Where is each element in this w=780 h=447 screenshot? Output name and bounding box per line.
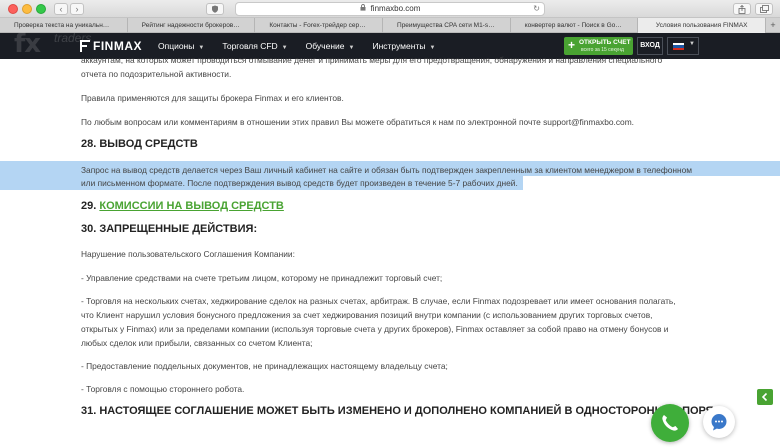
heading-29: 29. КОМИССИИ НА ВЫВОД СРЕДСТВ xyxy=(81,200,284,212)
browser-toolbar: ‹ › finmaxbo.com ↻ xyxy=(0,0,780,18)
heading-31: 31. НАСТОЯЩЕЕ СОГЛАШЕНИЕ МОЖЕТ БЫТЬ ИЗМЕ… xyxy=(81,405,714,417)
list-item-hedging-1: - Торговля на нескольких счетах, хеджиро… xyxy=(81,296,676,306)
chevron-down-icon: ▼ xyxy=(429,45,436,51)
lock-icon xyxy=(360,4,368,13)
browser-tab[interactable]: Контакты - Forex-трейдер сервис xyxy=(255,18,384,33)
phone-icon xyxy=(662,415,678,431)
paragraph-withdrawal-1: Запрос на вывод средств делается через В… xyxy=(81,165,693,175)
close-window-button[interactable] xyxy=(8,4,18,14)
side-panel-toggle[interactable] xyxy=(757,389,773,405)
address-bar[interactable]: finmaxbo.com ↻ xyxy=(235,2,545,16)
forward-button[interactable]: › xyxy=(70,3,84,15)
finmax-logo[interactable]: FINMAX xyxy=(80,39,142,53)
menu-item-cfd[interactable]: Торговля CFD ▼ xyxy=(222,41,287,51)
menu-item-options[interactable]: Опционы ▼ xyxy=(158,41,204,51)
plus-icon: + xyxy=(568,38,576,52)
list-item-hedging-2: что Клиент нарушил условия бонусного пре… xyxy=(81,310,653,320)
browser-tab[interactable]: Рейтинг надежности брокеров би... xyxy=(128,18,256,33)
list-item-third-party: - Управление средствами на счете третьим… xyxy=(81,273,443,283)
paragraph-aml-2: отчета по подозрительной активности. xyxy=(81,69,232,79)
share-icon[interactable] xyxy=(733,3,751,15)
menu-label: Опционы xyxy=(158,41,195,51)
heading-28: 28. ВЫВОД СРЕДСТВ xyxy=(81,138,198,150)
menu-label: Торговля CFD xyxy=(222,41,278,51)
menu-label: Обучение xyxy=(305,41,345,51)
chevron-down-icon: ▼ xyxy=(198,45,205,51)
chevron-down-icon: ▼ xyxy=(689,41,695,47)
menu-label: Инструменты xyxy=(372,41,426,51)
url-text: finmaxbo.com xyxy=(370,4,421,13)
fxtraders-watermark: fx xyxy=(14,29,41,59)
tab-bar: Проверка текста на уникальность... Рейти… xyxy=(0,18,780,33)
commissions-link[interactable]: КОМИССИИ НА ВЫВОД СРЕДСТВ xyxy=(99,200,284,212)
paragraph-aml-1: аккаунтам, на которых может проводиться … xyxy=(81,55,663,65)
russian-flag-icon xyxy=(673,43,684,50)
chevron-left-icon xyxy=(761,392,768,402)
reload-icon[interactable]: ↻ xyxy=(533,3,540,15)
paragraph-withdrawal-2: или письменном формате. После подтвержде… xyxy=(81,178,518,188)
shield-icon[interactable] xyxy=(206,3,224,15)
paragraph-contact: По любым вопросам или комментариям в отн… xyxy=(81,117,635,127)
finmax-logo-icon xyxy=(80,40,90,52)
open-account-label: ОТКРЫТЬ СЧЕТ xyxy=(579,39,631,46)
heading-30: 30. ЗАПРЕЩЕННЫЕ ДЕЙСТВИЯ: xyxy=(81,223,258,235)
paragraph-violations-intro: Нарушение пользовательского Соглашения К… xyxy=(81,249,295,259)
maximize-window-button[interactable] xyxy=(36,4,46,14)
menu-item-tools[interactable]: Инструменты ▼ xyxy=(372,41,435,51)
tabs-overview-icon[interactable] xyxy=(755,3,773,15)
heading-29-number: 29. xyxy=(81,200,97,212)
browser-tab[interactable]: конвертер валют - Поиск в Google xyxy=(511,18,639,33)
browser-tab-active[interactable]: Условия пользования FINMAX xyxy=(638,18,767,33)
callback-button[interactable] xyxy=(651,404,689,442)
new-tab-icon[interactable]: + xyxy=(766,18,780,32)
menu-item-education[interactable]: Обучение ▼ xyxy=(306,41,355,51)
chat-icon xyxy=(711,414,727,431)
logo-text: FINMAX xyxy=(93,39,142,53)
list-item-robot: - Торговля с помощью стороннего робота. xyxy=(81,384,245,394)
chevron-down-icon: ▼ xyxy=(348,45,355,51)
chat-button[interactable] xyxy=(703,406,735,438)
paragraph-rules: Правила применяются для защиты брокера F… xyxy=(81,93,344,103)
list-item-fake-documents: - Предоставление поддельных документов, … xyxy=(81,361,448,371)
back-button[interactable]: ‹ xyxy=(54,3,68,15)
browser-tab[interactable]: Преимущества CPA сети M1-shop... xyxy=(383,18,511,33)
list-item-hedging-3: открытых у Finmax) или за пределами комп… xyxy=(81,324,669,334)
list-item-hedging-4: любых сделок или прибыли, связанных со с… xyxy=(81,338,313,348)
chevron-down-icon: ▼ xyxy=(281,45,288,51)
minimize-window-button[interactable] xyxy=(22,4,32,14)
